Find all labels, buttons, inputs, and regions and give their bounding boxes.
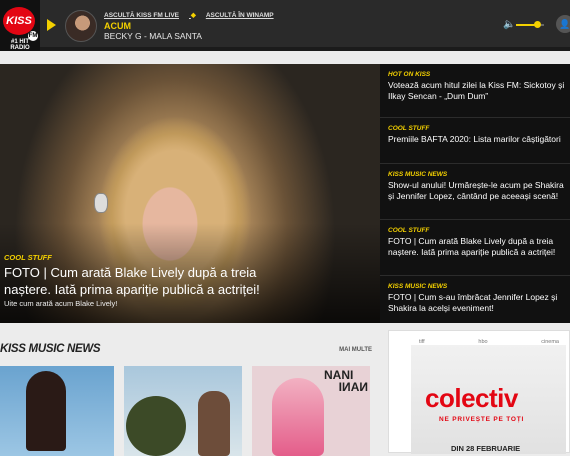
user-account-icon[interactable]: 👤 bbox=[556, 15, 570, 33]
sidebar-item-title[interactable]: Votează acum hitul zilei la Kiss FM: Sic… bbox=[388, 80, 570, 101]
advertisement-banner[interactable]: tiff hbo cinema colectiv NE PRIVEȘTE PE … bbox=[388, 330, 570, 454]
news-card[interactable] bbox=[124, 366, 242, 456]
news-card-image bbox=[198, 391, 230, 456]
winamp-icon: ◆ bbox=[190, 12, 196, 19]
sidebar-item-title[interactable]: FOTO | Cum s-au îmbrăcat Jennifer Lopez … bbox=[388, 292, 570, 313]
sidebar-item-category: COOL STUFF bbox=[388, 125, 430, 132]
volume-knob[interactable] bbox=[533, 21, 541, 28]
kiss-fm-logo[interactable]: KISS FM #1 HIT RADIO bbox=[0, 0, 40, 51]
ad-logo: cinema bbox=[541, 339, 559, 345]
news-card-image bbox=[272, 378, 324, 456]
listen-winamp-link[interactable]: ASCULTĂ ÎN WINAMP bbox=[206, 12, 274, 19]
news-card-image bbox=[26, 371, 66, 451]
ad-brand-title: colectiv bbox=[425, 383, 518, 413]
sidebar-item-category: HOT ON KISS bbox=[388, 71, 431, 78]
ad-date: DIN 28 FEBRUARIE bbox=[451, 444, 521, 453]
now-playing-song: BECKY G - MALA SANTA bbox=[104, 31, 202, 41]
more-news-link[interactable]: MAI MULTE bbox=[339, 347, 372, 353]
top-player-bar: KISS FM #1 HIT RADIO ASCULTĂ KISS FM LIV… bbox=[0, 0, 570, 51]
sidebar-item[interactable]: KISS MUSIC NEWS Show-ul anului! Urmăreșt… bbox=[380, 163, 570, 201]
sidebar-item[interactable]: COOL STUFF FOTO | Cum arată Blake Lively… bbox=[380, 219, 570, 257]
sidebar-item[interactable]: COOL STUFF Premiile BAFTA 2020: Lista ma… bbox=[380, 117, 570, 145]
ad-logo: hbo bbox=[478, 339, 488, 345]
news-cards: NANI NANI bbox=[0, 366, 380, 456]
volume-icon[interactable]: 🔈 bbox=[503, 20, 515, 30]
sidebar-item-category: KISS MUSIC NEWS bbox=[388, 283, 448, 290]
sidebar-item-title[interactable]: Show-ul anului! Urmărește-le acum pe Sha… bbox=[388, 180, 570, 201]
volume-slider[interactable] bbox=[516, 21, 544, 28]
ad-tagline: NE PRIVEȘTE PE TOȚI bbox=[439, 416, 525, 423]
sidebar-item-title[interactable]: FOTO | Cum arată Blake Lively după a tre… bbox=[388, 236, 570, 257]
news-card-cover-text-mirrored: NANI bbox=[338, 380, 368, 394]
sidebar-item-title[interactable]: Premiile BAFTA 2020: Lista marilor câști… bbox=[388, 134, 570, 145]
logo-slogan: #1 HIT RADIO bbox=[10, 39, 30, 51]
news-card[interactable]: NANI NANI bbox=[252, 366, 370, 456]
hero-title[interactable]: FOTO | Cum arată Blake Lively după a tre… bbox=[4, 264, 304, 298]
sidebar-item[interactable]: KISS MUSIC NEWS FOTO | Cum s-au îmbrăcat… bbox=[380, 275, 570, 313]
hero-category[interactable]: COOL STUFF bbox=[4, 253, 52, 262]
news-card[interactable] bbox=[0, 366, 114, 456]
news-section-title: KISS MUSIC NEWS bbox=[0, 343, 101, 355]
ad-sponsor-logos: tiff hbo cinema bbox=[419, 339, 559, 355]
hero-article[interactable]: COOL STUFF FOTO | Cum arată Blake Lively… bbox=[0, 64, 380, 323]
artist-avatar bbox=[65, 10, 97, 42]
news-section-header: KISS MUSIC NEWS MAI MULTE bbox=[0, 343, 372, 361]
now-playing-label: ACUM bbox=[104, 21, 131, 31]
sidebar-item-category: KISS MUSIC NEWS bbox=[388, 171, 448, 178]
hero-image-detail bbox=[94, 193, 108, 213]
listen-live-link[interactable]: ASCULTĂ KISS FM LIVE bbox=[104, 12, 179, 19]
ad-logo: tiff bbox=[419, 339, 425, 345]
news-card-image bbox=[126, 396, 186, 456]
listen-links: ASCULTĂ KISS FM LIVE ◆ ASCULTĂ ÎN WINAMP bbox=[104, 11, 284, 19]
sidebar-item[interactable]: HOT ON KISS Votează acum hitul zilei la … bbox=[380, 64, 570, 101]
sidebar-item-category: COOL STUFF bbox=[388, 227, 430, 234]
play-icon[interactable] bbox=[47, 19, 56, 31]
hero-subtitle: Uite cum arată acum Blake Lively! bbox=[4, 299, 118, 308]
headlines-sidebar: HOT ON KISS Votează acum hitul zilei la … bbox=[380, 64, 570, 323]
